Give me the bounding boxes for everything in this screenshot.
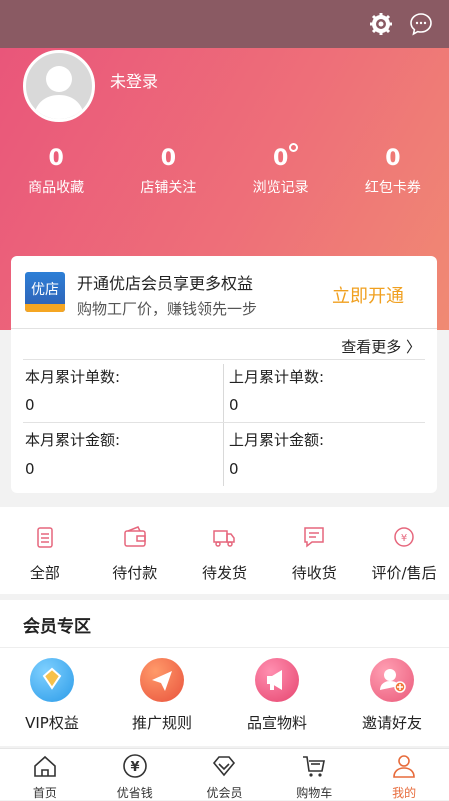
- clipboard-icon: [37, 527, 53, 548]
- order-review-aftersale[interactable]: ¥ 评价/售后: [359, 507, 449, 594]
- top-bar: [0, 0, 449, 48]
- tab-member[interactable]: 优会员: [180, 749, 270, 800]
- svg-text:¥: ¥: [130, 760, 139, 775]
- view-more-label: 查看更多: [341, 338, 402, 356]
- order-label: 待付款: [112, 564, 158, 582]
- default-avatar-icon: [34, 66, 84, 119]
- tab-label: 我的: [392, 786, 417, 800]
- yen-coin-icon: ¥: [122, 754, 147, 778]
- stat-value: 0: [272, 146, 289, 171]
- member-item-label: 品宣物料: [246, 714, 307, 732]
- store-logo-text: 优店: [31, 282, 59, 298]
- stat-value: 0: [48, 146, 64, 171]
- divider: [23, 359, 425, 360]
- yen-refund-icon: ¥: [394, 527, 414, 547]
- stat-favorites[interactable]: 0 商品收藏: [0, 145, 112, 205]
- avatar[interactable]: [23, 50, 95, 122]
- stat-label: 商品收藏: [28, 180, 85, 196]
- member-item-promotion-rules[interactable]: 推广规则: [107, 658, 217, 733]
- stat-value: 0: [385, 146, 401, 171]
- cart-icon: [303, 756, 326, 777]
- cell-value: 0: [25, 396, 35, 414]
- cell-value: 0: [229, 396, 239, 414]
- message-box-icon: [304, 527, 325, 548]
- cell-value: 0: [229, 460, 239, 478]
- cell-label: 上月累计单数:: [229, 368, 325, 386]
- stat-followed-shops[interactable]: 0 店铺关注: [112, 143, 299, 205]
- tab-label: 优会员: [206, 786, 243, 800]
- divider: [0, 647, 449, 648]
- truck-icon: [213, 530, 236, 547]
- member-item-label: 邀请好友: [361, 714, 422, 732]
- member-item-label: VIP权益: [25, 714, 79, 732]
- tab-save-money[interactable]: ¥ 优省钱: [90, 749, 180, 800]
- vip-title: 开通优店会员享更多权益: [77, 274, 254, 293]
- tab-home[interactable]: 首页: [0, 749, 90, 800]
- tab-label: 首页: [32, 786, 57, 800]
- tab-mine[interactable]: 我的: [359, 749, 449, 800]
- login-link[interactable]: 未登录: [110, 68, 158, 92]
- tab-label: 购物车: [296, 786, 333, 800]
- megaphone-icon: [255, 658, 299, 702]
- member-item-label: 推广规则: [131, 714, 192, 732]
- open-membership-button[interactable]: 立即开通: [332, 282, 404, 308]
- gear-icon[interactable]: [369, 12, 393, 36]
- order-pending-shipment[interactable]: 待发货: [180, 507, 270, 594]
- order-label: 全部: [29, 564, 60, 582]
- stat-history[interactable]: 0 浏览记录: [225, 145, 337, 205]
- vip-subtitle: 购物工厂价，赚钱领先一步: [77, 300, 258, 318]
- svg-text:¥: ¥: [401, 533, 407, 544]
- diamond-icon: [213, 756, 236, 777]
- stats-row: 0 商品收藏 0 店铺关注 0 浏览记录 0 红包卡券: [0, 143, 449, 205]
- stat-coupons[interactable]: 0 红包卡券: [337, 145, 449, 205]
- order-pending-payment[interactable]: 待付款: [90, 507, 180, 594]
- paper-plane-icon: [140, 658, 184, 702]
- cell-label: 本月累计金额:: [25, 431, 121, 449]
- divider: [23, 422, 425, 423]
- store-logo: 优店: [25, 272, 65, 312]
- person-icon: [393, 755, 415, 778]
- order-pending-receipt[interactable]: 待收货: [269, 507, 359, 594]
- bottom-tab-bar: 首页 ¥ 优省钱 优会员 购物车 我的: [0, 748, 449, 800]
- cell-value: 0: [25, 460, 35, 478]
- chat-icon[interactable]: [409, 12, 433, 36]
- member-item-vip[interactable]: VIP权益: [0, 658, 107, 733]
- stat-value: 0: [160, 146, 177, 171]
- order-label: 评价/售后: [371, 564, 437, 582]
- tab-cart[interactable]: 购物车: [269, 749, 359, 800]
- cell-label: 本月累计单数:: [25, 368, 121, 386]
- member-item-invite-friends[interactable]: 邀请好友: [337, 658, 447, 733]
- chevron-right-icon: 〉: [401, 338, 421, 356]
- stat-label: 店铺关注: [140, 180, 197, 196]
- divider: [223, 364, 224, 486]
- home-icon: [34, 755, 56, 777]
- order-shortcuts: 全部 待付款 待发货 待收货 ¥ 评价/售后: [0, 507, 449, 594]
- member-zone-title: 会员专区: [23, 617, 91, 637]
- vip-card: 优店 开通优店会员享更多权益 购物工厂价，赚钱领先一步 立即开通 查看更多 〉 …: [11, 256, 437, 493]
- vip-diamond-icon: [30, 658, 74, 702]
- order-label: 待收货: [291, 564, 337, 582]
- cell-label: 上月累计金额:: [229, 431, 325, 449]
- view-more-link[interactable]: 查看更多 〉: [341, 336, 421, 357]
- order-all[interactable]: 全部: [0, 507, 90, 594]
- wallet-icon: [123, 526, 146, 547]
- tab-label: 优省钱: [116, 786, 153, 800]
- order-label: 待发货: [201, 564, 247, 582]
- member-zone: 会员专区 VIP权益 推广规则 品宣物料 邀请好友: [0, 600, 449, 746]
- add-user-icon: [370, 658, 414, 702]
- stat-label: 红包卡券: [364, 180, 421, 196]
- divider: [11, 328, 437, 329]
- member-item-brand-materials[interactable]: 品宣物料: [222, 658, 332, 733]
- stat-label: 浏览记录: [252, 180, 309, 196]
